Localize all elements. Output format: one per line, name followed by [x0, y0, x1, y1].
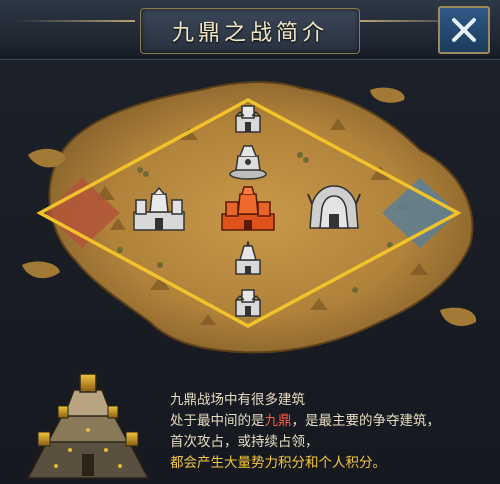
close-x-icon — [452, 18, 476, 42]
intro-panel: 九鼎之战简介 九鼎战场中有很多建筑 处于最中间的是九鼎，是最主要的争夺建筑， 首… — [0, 0, 500, 484]
intro-line-1: 九鼎战场中有很多建筑 — [170, 392, 305, 408]
nine-tripod-castle-icon — [221, 186, 275, 231]
demon-fortress-icon — [307, 185, 361, 229]
building-upper-middle[interactable] — [226, 140, 270, 182]
nine-tripod-fortress-illustration — [26, 373, 150, 479]
islet-3 — [440, 307, 477, 326]
islet-4 — [370, 87, 405, 103]
intro-line-2-pre: 处于最中间的是 — [170, 413, 265, 429]
building-lower-middle[interactable] — [228, 238, 268, 278]
title-plate: 九鼎之战简介 — [140, 8, 360, 54]
close-button[interactable] — [438, 6, 490, 54]
building-bottom[interactable] — [228, 282, 268, 322]
small-fort-icon — [235, 289, 261, 317]
page-title: 九鼎之战简介 — [171, 21, 328, 46]
castle-icon — [133, 186, 185, 231]
islet-2 — [22, 261, 60, 279]
building-west[interactable] — [130, 186, 188, 234]
battlefield-map — [0, 60, 500, 360]
intro-line-2: 处于最中间的是九鼎，是最主要的争夺建筑， — [170, 411, 490, 432]
building-east[interactable] — [306, 182, 362, 234]
tripod-cauldron-icon — [229, 145, 267, 180]
intro-line-3: 首次攻占，或持续占领， — [170, 434, 319, 450]
intro-line-4: 都会产生大量势力积分和个人积分。 — [170, 455, 386, 471]
small-tower-icon — [235, 240, 261, 275]
header-ornament-left — [15, 20, 135, 22]
intro-line-2-post: ，是最主要的争夺建筑， — [291, 413, 441, 429]
nine-tripod-highlight: 九鼎 — [264, 413, 292, 429]
building-top[interactable] — [228, 98, 268, 138]
info-section: 九鼎战场中有很多建筑 处于最中间的是九鼎，是最主要的争夺建筑， 首次攻占，或持续… — [0, 360, 500, 484]
building-center[interactable] — [218, 184, 278, 234]
header-bar: 九鼎之战简介 — [0, 0, 500, 60]
intro-text: 九鼎战场中有很多建筑 处于最中间的是九鼎，是最主要的争夺建筑， 首次攻占，或持续… — [170, 390, 490, 474]
small-fort-icon — [235, 105, 261, 133]
